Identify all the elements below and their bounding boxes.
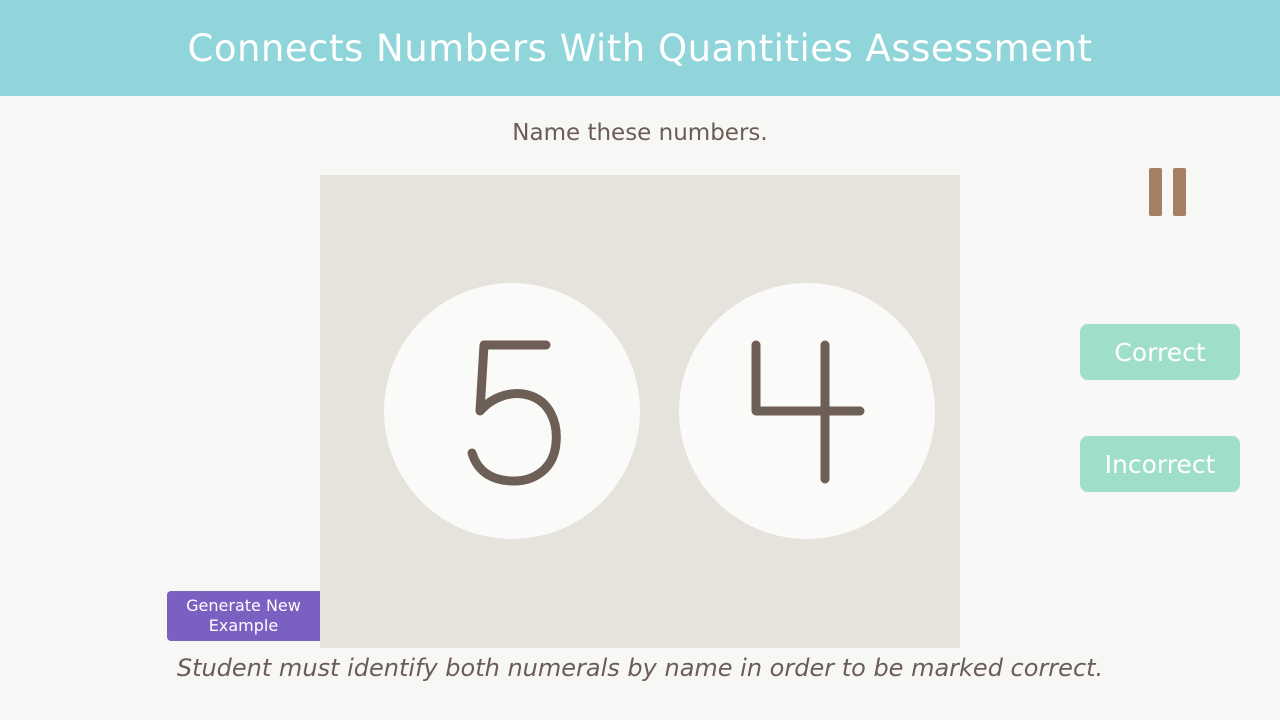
pause-bar-right	[1173, 168, 1186, 216]
number-card-2	[679, 283, 935, 539]
question-prompt: Name these numbers.	[512, 120, 768, 146]
numeral-5	[467, 340, 561, 486]
correct-button[interactable]: Correct	[1080, 324, 1240, 380]
pause-bar-left	[1149, 168, 1162, 216]
app-header: Connects Numbers With Quantities Assessm…	[0, 0, 1280, 96]
pause-icon[interactable]	[1148, 168, 1188, 216]
grading-note: Student must identify both numerals by n…	[176, 654, 1104, 682]
number-card-1	[384, 283, 640, 539]
numbers-stage	[320, 175, 960, 648]
generate-new-example-button[interactable]: Generate New Example	[167, 591, 320, 641]
incorrect-button[interactable]: Incorrect	[1080, 436, 1240, 492]
numeral-4	[751, 340, 865, 484]
page-title: Connects Numbers With Quantities Assessm…	[187, 26, 1093, 70]
